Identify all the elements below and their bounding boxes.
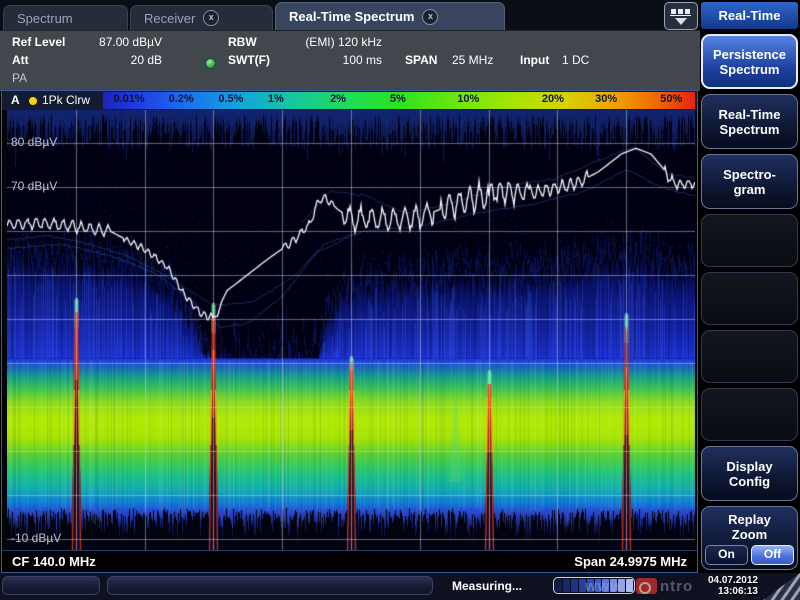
rbw-value[interactable]: (EMI) 120 kHz: [282, 35, 382, 49]
softkey-empty-4: [701, 388, 798, 441]
input-label[interactable]: Input: [520, 53, 549, 67]
preamp-label: PA: [12, 71, 27, 85]
trace-mode-label: 1Pk: [42, 93, 63, 107]
trace-info-bar: A 1Pk Clrw 0.01% 0.2% 0.5% 1% 2% 5% 10% 20% 30% 5…: [2, 91, 697, 110]
replay-zoom-on-button[interactable]: On: [705, 545, 748, 565]
att-value[interactable]: 20 dB: [82, 53, 162, 67]
softkey-empty-2: [701, 272, 798, 325]
softkey-replay-zoom[interactable]: Replay Zoom On Off: [701, 506, 798, 570]
tab-bar: Spectrum Receiver x Real-Time Spectrum x: [0, 0, 700, 30]
span-value[interactable]: 25 MHz: [452, 53, 493, 67]
color-scale-label: 10%: [457, 93, 479, 105]
y-axis-label-minus10: -10 dBµV: [11, 531, 61, 545]
att-label[interactable]: Att: [12, 53, 29, 67]
color-scale-label: 2%: [330, 93, 346, 105]
tab-spectrum[interactable]: Spectrum: [3, 5, 128, 30]
channel-label: A: [11, 93, 20, 107]
color-scale-label: 5%: [390, 93, 406, 105]
y-axis-label-80: 80 dBµV: [11, 135, 57, 149]
tab-receiver[interactable]: Receiver x: [130, 5, 273, 30]
window-layout-menu-icon[interactable]: [664, 2, 698, 30]
rbw-label[interactable]: RBW: [228, 35, 257, 49]
status-field-2[interactable]: [107, 576, 433, 595]
center-frequency-value[interactable]: CF 140.0 MHz: [12, 554, 96, 569]
detector-label: Clrw: [66, 93, 90, 107]
tab-label: Real-Time Spectrum: [289, 9, 414, 24]
softkey-sidebar: Real-Time Persistence Spectrum Real-Time…: [700, 0, 800, 573]
color-scale-label: 30%: [595, 93, 617, 105]
status-bar: Measuring... www ntro 04.07.2012 13:06:1…: [0, 573, 800, 600]
swt-value[interactable]: 100 ms: [282, 53, 382, 67]
close-icon[interactable]: x: [422, 9, 438, 25]
watermark-text: www: [585, 578, 623, 595]
softkey-empty-3: [701, 330, 798, 383]
softkey-persistence-spectrum[interactable]: Persistence Spectrum: [701, 34, 798, 89]
ref-level-label[interactable]: Ref Level: [12, 35, 65, 49]
replay-zoom-label: Replay Zoom: [728, 512, 771, 542]
datetime-display: 04.07.2012 13:06:13: [708, 575, 758, 597]
spectrum-display: A 1Pk Clrw 0.01% 0.2% 0.5% 1% 2% 5% 10% 20% 30% 5…: [1, 90, 698, 573]
color-scale-label: 1%: [268, 93, 284, 105]
persistence-color-scale: 0.01% 0.2% 0.5% 1% 2% 5% 10% 20% 30% 50%: [103, 92, 695, 109]
frequency-footer-bar: CF 140.0 MHz Span 24.9975 MHz: [2, 550, 697, 572]
color-scale-label: 20%: [542, 93, 564, 105]
color-scale-label: 0.5%: [218, 93, 243, 105]
resize-grip-icon: [760, 573, 800, 600]
watermark-logo-icon: [636, 578, 657, 594]
tab-label: Receiver: [144, 11, 195, 26]
softkey-menu-title: Real-Time: [701, 2, 798, 29]
tab-label: Spectrum: [17, 11, 73, 26]
span-label[interactable]: SPAN: [405, 53, 437, 67]
softkey-display-config[interactable]: Display Config: [701, 446, 798, 501]
span-value-footer[interactable]: Span 24.9975 MHz: [574, 554, 687, 569]
measuring-status: Measuring...: [452, 579, 522, 593]
y-axis-label-70: 70 dBµV: [11, 179, 57, 193]
softkey-spectrogram[interactable]: Spectro- gram: [701, 154, 798, 209]
measurement-settings-bar: Ref Level 87.00 dBµV RBW (EMI) 120 kHz A…: [0, 30, 700, 91]
close-icon[interactable]: x: [203, 10, 219, 26]
ref-level-value[interactable]: 87.00 dBµV: [82, 35, 162, 49]
softkey-real-time-spectrum[interactable]: Real-Time Spectrum: [701, 94, 798, 149]
color-scale-label: 0.2%: [169, 93, 194, 105]
trace-color-dot-icon: [29, 97, 37, 105]
tab-real-time-spectrum[interactable]: Real-Time Spectrum x: [275, 2, 505, 30]
status-field-1[interactable]: [2, 576, 100, 595]
time-value: 13:06:13: [708, 586, 758, 597]
swt-label[interactable]: SWT(F): [228, 53, 270, 67]
date-value: 04.07.2012: [708, 575, 758, 586]
watermark-text: ntro: [660, 578, 693, 595]
color-scale-label: 50%: [660, 93, 682, 105]
input-value[interactable]: 1 DC: [562, 53, 589, 67]
softkey-empty-1: [701, 214, 798, 267]
persistence-spectrum-canvas[interactable]: [7, 110, 695, 550]
sweep-led-icon: [205, 58, 216, 69]
color-scale-label: 0.01%: [113, 93, 144, 105]
replay-zoom-off-button[interactable]: Off: [751, 545, 794, 565]
